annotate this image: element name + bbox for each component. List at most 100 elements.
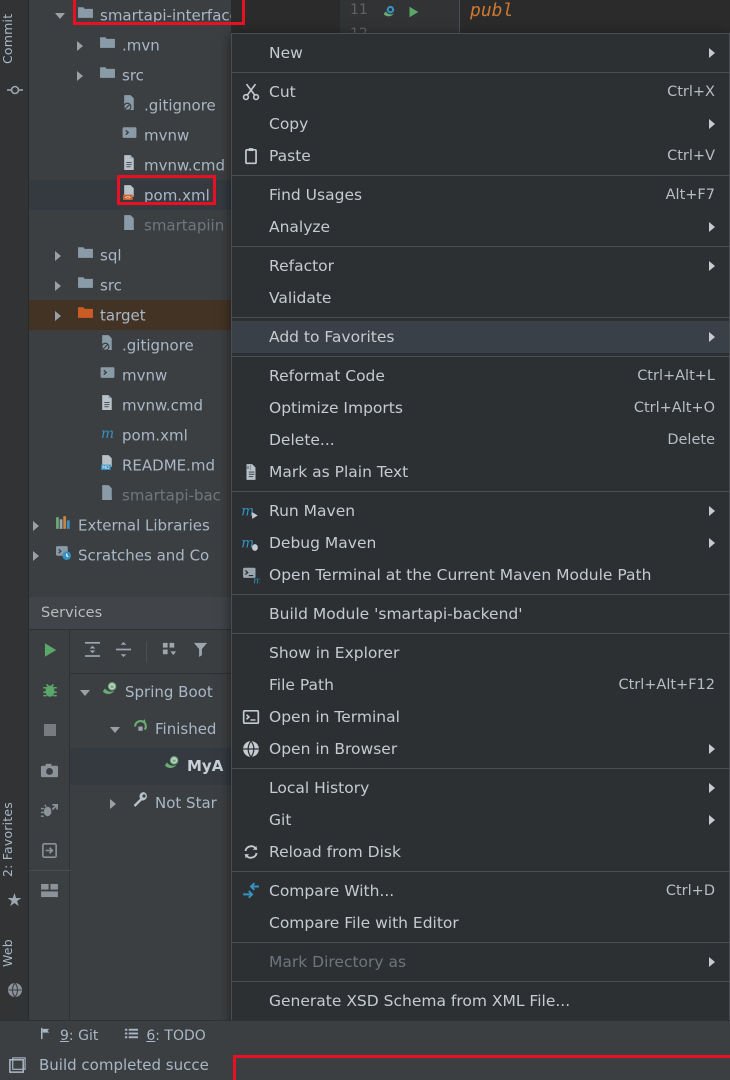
tree-row[interactable]: mvnw xyxy=(29,360,231,390)
tree-row[interactable]: mvnw.cmd xyxy=(29,390,231,420)
star-icon[interactable]: ★ xyxy=(0,892,29,910)
group-by-icon[interactable] xyxy=(161,641,178,662)
status-git-label: 9: Git xyxy=(60,1027,99,1044)
menu-item[interactable]: Open in Terminal xyxy=(232,701,729,733)
tree-row[interactable]: MD README.md xyxy=(29,450,231,480)
services-tree-row[interactable]: Not Star xyxy=(70,785,231,822)
expand-all-icon[interactable] xyxy=(84,641,101,662)
chevron-right-icon[interactable] xyxy=(77,71,83,81)
tree-row[interactable]: smartapi-interface xyxy=(29,0,231,30)
run-arrow-icon[interactable] xyxy=(406,4,420,23)
menu-item[interactable]: m Open Terminal at the Current Maven Modu… xyxy=(232,559,729,591)
tree-row[interactable]: External Libraries xyxy=(29,510,231,540)
chevron-down-icon[interactable] xyxy=(110,726,120,733)
camera-icon[interactable] xyxy=(29,750,70,790)
menu-item[interactable]: Mark Directory as xyxy=(232,946,729,978)
run-icon[interactable] xyxy=(29,630,70,670)
menu-item-shortcut: Delete xyxy=(667,432,715,448)
menu-item[interactable]: x| Mark as Plain Text xyxy=(232,456,729,488)
status-git-button[interactable]: 9: Git xyxy=(38,1026,98,1045)
menu-item[interactable]: Find Usages Alt+F7 xyxy=(232,179,729,211)
tree-row[interactable]: smartapiin xyxy=(29,210,231,240)
tree-row[interactable]: src xyxy=(29,270,231,300)
tree-row[interactable]: sql xyxy=(29,240,231,270)
menu-item[interactable]: Compare File with Editor xyxy=(232,907,729,939)
services-left-toolbar[interactable] xyxy=(29,630,70,1020)
spring-bean-icon[interactable] xyxy=(382,4,397,23)
chevron-right-icon[interactable] xyxy=(55,281,61,291)
maven-debug-icon: m xyxy=(232,534,269,552)
menu-item[interactable]: Generate XSD Schema from XML File... xyxy=(232,985,729,1017)
menu-item[interactable]: Add to Favorites xyxy=(232,321,729,353)
svg-text:MD: MD xyxy=(102,464,110,470)
menu-item[interactable]: Copy xyxy=(232,108,729,140)
menu-item[interactable]: File Path Ctrl+Alt+F12 xyxy=(232,669,729,701)
filter-icon[interactable] xyxy=(192,641,209,662)
menu-item[interactable]: Open in Browser xyxy=(232,733,729,765)
menu-item[interactable]: Git xyxy=(232,804,729,836)
layout-icon[interactable] xyxy=(29,870,70,910)
menu-item[interactable]: m Run Maven xyxy=(232,495,729,527)
tree-row[interactable]: .gitignore xyxy=(29,330,231,360)
menu-item[interactable]: Validate xyxy=(232,282,729,314)
restart-debug-icon[interactable] xyxy=(29,790,70,830)
menu-item[interactable]: Paste Ctrl+V xyxy=(232,140,729,172)
chevron-right-icon[interactable] xyxy=(55,311,61,321)
menu-item[interactable]: New xyxy=(232,37,729,69)
menu-item[interactable]: Compare With... Ctrl+D xyxy=(232,875,729,907)
menu-item[interactable]: m Debug Maven xyxy=(232,527,729,559)
services-tree-row[interactable]: Finished xyxy=(70,711,231,748)
stop-icon[interactable] xyxy=(29,710,70,750)
folder-icon xyxy=(99,31,116,61)
context-menu[interactable]: New Cut Ctrl+X Copy Paste Ctrl+V Find Usages Al… xyxy=(231,33,730,1080)
commit-icon[interactable] xyxy=(0,82,29,102)
tree-row[interactable]: src xyxy=(29,60,231,90)
tree-row[interactable]: target xyxy=(29,300,231,330)
tree-row[interactable]: smartapi-bac xyxy=(29,480,231,510)
tree-row[interactable]: Scratches and Co xyxy=(29,540,231,570)
submenu-arrow-icon xyxy=(709,538,715,548)
menu-item[interactable]: Reformat Code Ctrl+Alt+L xyxy=(232,360,729,392)
collapse-all-icon[interactable] xyxy=(115,641,132,662)
tree-row[interactable]: .mvn xyxy=(29,30,231,60)
menu-item[interactable]: Reload from Disk xyxy=(232,836,729,868)
globe-icon[interactable] xyxy=(0,982,29,1002)
import-icon[interactable] xyxy=(29,830,70,870)
menu-item-shortcut: Ctrl+D xyxy=(665,883,715,899)
build-status-text: Build completed succe xyxy=(39,1056,209,1074)
menu-item[interactable]: Local History xyxy=(232,772,729,804)
services-tree-row[interactable]: Spring Boot xyxy=(70,674,231,711)
debug-icon[interactable] xyxy=(29,670,70,710)
sidebar-item-web[interactable]: Web xyxy=(0,928,29,978)
menu-item-label: Compare File with Editor xyxy=(269,914,459,932)
tree-row[interactable]: mvnw.cmd xyxy=(29,150,231,180)
project-tree[interactable]: smartapi-interface .mvn src .gitignore mvnw m… xyxy=(29,0,231,597)
tree-row[interactable]: mvnw xyxy=(29,120,231,150)
tree-row[interactable]: <> pom.xml xyxy=(29,180,231,210)
menu-item[interactable]: Analyze xyxy=(232,211,729,243)
status-todo-button[interactable]: 6: TODO xyxy=(124,1026,206,1045)
chevron-right-icon[interactable] xyxy=(33,521,39,531)
chevron-right-icon[interactable] xyxy=(55,251,61,261)
sidebar-item-favorites[interactable]: 2: Favorites xyxy=(0,790,29,888)
tree-row[interactable]: .gitignore xyxy=(29,90,231,120)
services-row-label: MyA xyxy=(187,757,224,775)
tree-row-label: mvnw xyxy=(122,366,168,385)
menu-item[interactable]: Show in Explorer xyxy=(232,637,729,669)
tree-row[interactable]: m pom.xml xyxy=(29,420,231,450)
menu-item[interactable]: Refactor xyxy=(232,250,729,282)
chevron-right-icon[interactable] xyxy=(110,798,116,809)
chevron-right-icon[interactable] xyxy=(33,551,39,561)
chevron-down-icon[interactable] xyxy=(80,689,90,696)
sidebar-item-commit[interactable]: Commit xyxy=(0,6,29,72)
services-tree[interactable]: Spring Boot Finished MyA Not Star xyxy=(70,674,231,1020)
chevron-down-icon[interactable] xyxy=(55,13,65,19)
menu-item-label: Analyze xyxy=(269,218,331,236)
menu-item[interactable]: Cut Ctrl+X xyxy=(232,76,729,108)
chevron-right-icon[interactable] xyxy=(77,41,83,51)
menu-item[interactable]: Delete... Delete xyxy=(232,424,729,456)
menu-item[interactable]: Build Module 'smartapi-backend' xyxy=(232,598,729,630)
menu-item[interactable]: Optimize Imports Ctrl+Alt+O xyxy=(232,392,729,424)
services-top-toolbar[interactable] xyxy=(70,630,231,674)
services-tree-row[interactable]: MyA xyxy=(70,748,231,785)
